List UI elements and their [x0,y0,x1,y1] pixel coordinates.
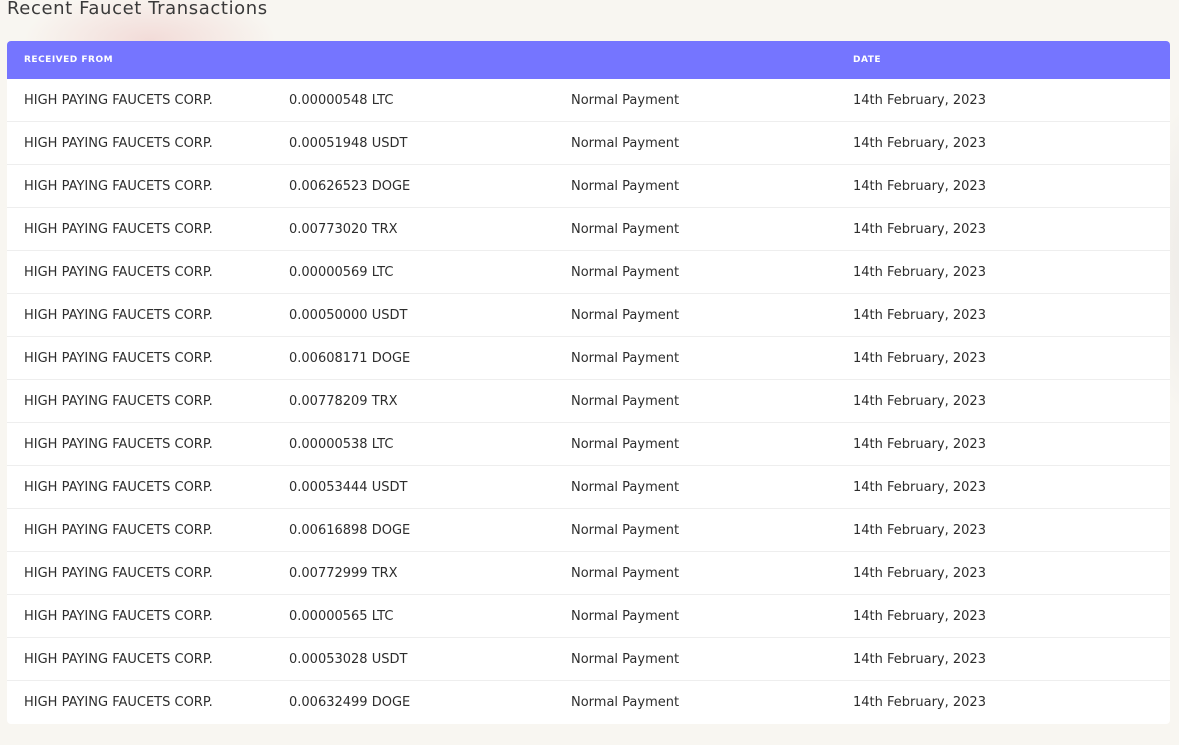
cell-received-from: HIGH PAYING FAUCETS CORP. [24,436,213,452]
cell-received-from: HIGH PAYING FAUCETS CORP. [24,651,213,667]
table-row: HIGH PAYING FAUCETS CORP. 0.00051948 USDT… [7,122,1170,165]
cell-received-from: HIGH PAYING FAUCETS CORP. [24,350,213,366]
cell-payment-type: Normal Payment [571,307,680,323]
cell-amount: 0.00632499 DOGE [289,694,411,710]
cell-date: 14th February, 2023 [853,522,986,538]
cell-date: 14th February, 2023 [853,350,986,366]
cell-received-from: HIGH PAYING FAUCETS CORP. [24,694,213,710]
table-row: HIGH PAYING FAUCETS CORP. 0.00000548 LTC N… [7,79,1170,122]
page: Recent Faucet Transactions RECEIVED FROM… [0,0,1179,745]
cell-date: 14th February, 2023 [853,436,986,452]
table-row: HIGH PAYING FAUCETS CORP. 0.00000569 LTC N… [7,251,1170,294]
cell-payment-type: Normal Payment [571,651,680,667]
cell-payment-type: Normal Payment [571,178,680,194]
table-row: HIGH PAYING FAUCETS CORP. 0.00050000 USDT… [7,294,1170,337]
cell-payment-type: Normal Payment [571,92,680,108]
cell-amount: 0.00626523 DOGE [289,178,411,194]
cell-amount: 0.00053028 USDT [289,651,408,667]
column-header-received-from: RECEIVED FROM [24,55,114,65]
cell-received-from: HIGH PAYING FAUCETS CORP. [24,565,213,581]
cell-received-from: HIGH PAYING FAUCETS CORP. [24,522,213,538]
cell-date: 14th February, 2023 [853,92,986,108]
cell-amount: 0.00000538 LTC [289,436,394,452]
cell-payment-type: Normal Payment [571,135,680,151]
cell-amount: 0.00000565 LTC [289,608,394,624]
cell-payment-type: Normal Payment [571,694,680,710]
table-row: HIGH PAYING FAUCETS CORP. 0.00632499 DOGE… [7,681,1170,723]
cell-date: 14th February, 2023 [853,479,986,495]
table-row: HIGH PAYING FAUCETS CORP. 0.00053444 USDT… [7,466,1170,509]
cell-amount: 0.00000569 LTC [289,264,394,280]
cell-date: 14th February, 2023 [853,264,986,280]
cell-amount: 0.00050000 USDT [289,307,408,323]
cell-payment-type: Normal Payment [571,393,680,409]
cell-received-from: HIGH PAYING FAUCETS CORP. [24,307,213,323]
cell-date: 14th February, 2023 [853,608,986,624]
table-row: HIGH PAYING FAUCETS CORP. 0.00626523 DOGE… [7,165,1170,208]
cell-date: 14th February, 2023 [853,135,986,151]
cell-amount: 0.00772999 TRX [289,565,398,581]
table-row: HIGH PAYING FAUCETS CORP. 0.00772999 TRX N… [7,552,1170,595]
table-row: HIGH PAYING FAUCETS CORP. 0.00053028 USDT… [7,638,1170,681]
cell-amount: 0.00778209 TRX [289,393,398,409]
cell-amount: 0.00616898 DOGE [289,522,411,538]
cell-date: 14th February, 2023 [853,565,986,581]
cell-amount: 0.00053444 USDT [289,479,408,495]
table-row: HIGH PAYING FAUCETS CORP. 0.00608171 DOGE… [7,337,1170,380]
cell-amount: 0.00608171 DOGE [289,350,411,366]
cell-payment-type: Normal Payment [571,565,680,581]
cell-received-from: HIGH PAYING FAUCETS CORP. [24,393,213,409]
cell-received-from: HIGH PAYING FAUCETS CORP. [24,479,213,495]
cell-received-from: HIGH PAYING FAUCETS CORP. [24,608,213,624]
cell-date: 14th February, 2023 [853,307,986,323]
table-body: HIGH PAYING FAUCETS CORP. 0.00000548 LTC N… [7,79,1170,723]
cell-date: 14th February, 2023 [853,221,986,237]
table-row: HIGH PAYING FAUCETS CORP. 0.00000538 LTC N… [7,423,1170,466]
cell-date: 14th February, 2023 [853,694,986,710]
cell-amount: 0.00051948 USDT [289,135,408,151]
cell-payment-type: Normal Payment [571,350,680,366]
column-header-date: DATE [853,55,882,65]
cell-payment-type: Normal Payment [571,264,680,280]
cell-amount: 0.00773020 TRX [289,221,398,237]
cell-received-from: HIGH PAYING FAUCETS CORP. [24,221,213,237]
cell-payment-type: Normal Payment [571,436,680,452]
cell-amount: 0.00000548 LTC [289,92,394,108]
page-title: Recent Faucet Transactions [7,0,268,19]
cell-received-from: HIGH PAYING FAUCETS CORP. [24,178,213,194]
cell-date: 14th February, 2023 [853,651,986,667]
cell-payment-type: Normal Payment [571,608,680,624]
table-header: RECEIVED FROM DATE [7,41,1170,79]
cell-date: 14th February, 2023 [853,178,986,194]
transactions-table: RECEIVED FROM DATE HIGH PAYING FAUCETS C… [7,41,1170,724]
cell-received-from: HIGH PAYING FAUCETS CORP. [24,92,213,108]
table-row: HIGH PAYING FAUCETS CORP. 0.00000565 LTC N… [7,595,1170,638]
table-row: HIGH PAYING FAUCETS CORP. 0.00773020 TRX N… [7,208,1170,251]
table-row: HIGH PAYING FAUCETS CORP. 0.00616898 DOGE… [7,509,1170,552]
table-row: HIGH PAYING FAUCETS CORP. 0.00778209 TRX N… [7,380,1170,423]
cell-date: 14th February, 2023 [853,393,986,409]
cell-received-from: HIGH PAYING FAUCETS CORP. [24,264,213,280]
cell-received-from: HIGH PAYING FAUCETS CORP. [24,135,213,151]
cell-payment-type: Normal Payment [571,479,680,495]
cell-payment-type: Normal Payment [571,522,680,538]
cell-payment-type: Normal Payment [571,221,680,237]
